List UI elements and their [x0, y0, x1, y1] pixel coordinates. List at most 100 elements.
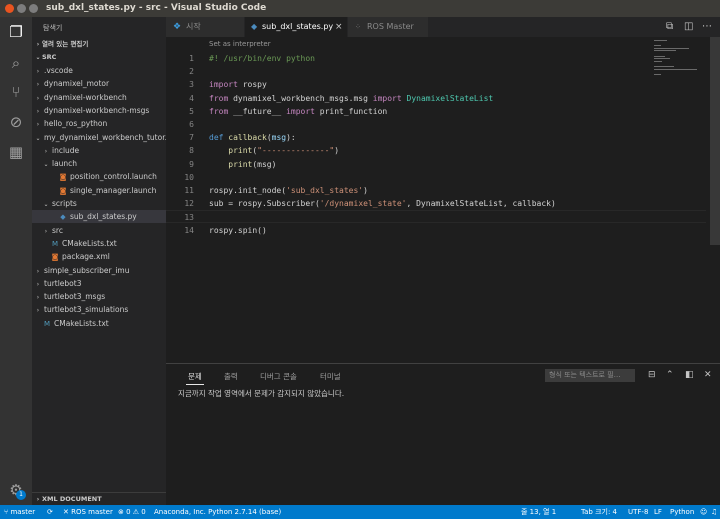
problems-status[interactable]: ⊗ 0 ⚠ 0 — [118, 505, 146, 519]
debug-icon[interactable]: ⊘ — [7, 113, 25, 131]
line-ending[interactable]: LF — [654, 505, 662, 519]
tree-item-label: sub_dxl_states.py — [70, 212, 137, 222]
close-icon[interactable]: × — [335, 17, 343, 37]
explorer-title: 탐색기 — [43, 24, 63, 32]
tab-output[interactable]: 출력 — [224, 371, 238, 382]
tree-item[interactable]: › simple_subscriber_imu — [32, 264, 166, 277]
tree-item-label: .vscode — [44, 66, 73, 75]
activity-bar: ❐ ⌕ ⑂ ⊘ ▦ ⚙ 1 — [0, 17, 32, 505]
toggle-panel-layout-icon[interactable]: ◧ — [685, 369, 694, 382]
code-token: print — [228, 146, 253, 156]
code-token: callback — [228, 133, 267, 143]
line-number: 9 — [189, 159, 194, 169]
rss-file-icon: ◙ — [59, 186, 67, 195]
line-number: 12 — [184, 199, 194, 209]
notifications-icon[interactable]: ♫ — [711, 505, 717, 519]
tree-item[interactable]: ⌄ my_dynamixel_workbench_tutor... — [32, 131, 166, 144]
minimap-line — [654, 55, 665, 57]
xml-document-section[interactable]: › XML DOCUMENT — [32, 492, 166, 506]
tree-item[interactable]: › turtlebot3 — [32, 277, 166, 290]
more-actions-icon[interactable]: ⋯ — [702, 17, 712, 37]
open-changes-icon[interactable]: ⧉ — [666, 17, 673, 37]
line-number: 4 — [189, 93, 194, 103]
editor-scrollbar[interactable] — [710, 37, 720, 245]
sync-icon[interactable]: ⟳ — [47, 505, 53, 519]
open-editors-section[interactable]: › 열려 있는 편집기 — [32, 38, 166, 51]
chevron-right-icon: › — [36, 280, 40, 288]
explorer-icon[interactable]: ❐ — [7, 23, 25, 41]
search-icon[interactable]: ⌕ — [7, 54, 25, 72]
split-editor-icon[interactable]: ◫ — [684, 17, 693, 37]
minimap-line — [654, 40, 668, 41]
tree-item[interactable]: ◙ package.xml — [32, 250, 166, 263]
minimap-line — [654, 58, 671, 60]
code-token: print — [228, 159, 253, 169]
tree-item[interactable]: M CMakeLists.txt — [32, 237, 166, 250]
minimap[interactable] — [654, 37, 706, 77]
tree-item[interactable]: › src — [32, 224, 166, 237]
workspace-root-section[interactable]: ⌄SRC — [32, 51, 166, 64]
code-editor[interactable]: Set as interpreter 1 #! /usr/bin/env pyth… — [166, 37, 720, 363]
code-token: from — [209, 106, 229, 116]
source-control-icon[interactable]: ⑂ — [7, 83, 25, 101]
minimap-line — [654, 45, 662, 47]
tree-item-label: CMakeLists.txt — [62, 238, 117, 248]
tree-item[interactable]: › include — [32, 144, 166, 157]
chevron-right-icon: › — [36, 94, 40, 102]
line-number: 6 — [189, 120, 194, 129]
minimize-window-button[interactable] — [17, 4, 26, 13]
close-panel-icon[interactable]: ✕ — [704, 369, 712, 382]
status-bar: ⑂ master ⟳ ✕ ROS master ⊗ 0 ⚠ 0 Anaconda… — [0, 505, 720, 519]
tab-problems[interactable]: 문제 — [186, 371, 204, 385]
code-token: msg — [271, 133, 287, 143]
tree-item[interactable]: › dynamixel-workbench-msgs — [32, 104, 166, 117]
tree-item[interactable]: › turtlebot3_simulations — [32, 303, 166, 316]
extensions-icon[interactable]: ▦ — [7, 143, 25, 161]
interpreter-status[interactable]: Anaconda, Inc. Python 2.7.14 (base) — [154, 505, 281, 519]
code-line: 9 print(msg) — [166, 158, 706, 171]
tab-welcome[interactable]: ❖ 시작 — [166, 17, 245, 37]
code-text: import rospy — [209, 78, 267, 91]
tree-item[interactable]: ◆ sub_dxl_states.py — [32, 210, 166, 224]
set-interpreter-codelens[interactable]: Set as interpreter — [209, 40, 271, 48]
code-text: rospy.spin() — [209, 224, 267, 237]
code-token: rospy.init_node( — [209, 186, 287, 195]
close-window-button[interactable] — [5, 4, 14, 13]
tree-item[interactable]: › hello_ros_python — [32, 117, 166, 130]
tab-debug-console[interactable]: 디버그 콘솔 — [260, 371, 297, 382]
ros-master-status[interactable]: ✕ ROS master — [63, 505, 113, 519]
branch-status[interactable]: ⑂ master — [4, 505, 35, 519]
tree-item-label: scripts — [52, 199, 77, 208]
problems-filter-input[interactable]: 형식 또는 텍스트로 필… — [545, 369, 635, 382]
tree-item-label: CMakeLists.txt — [54, 318, 109, 328]
tree-item[interactable]: ⌄ scripts — [32, 197, 166, 210]
tree-item-label: simple_subscriber_imu — [44, 265, 130, 275]
error-icon: ⊗ — [118, 508, 127, 516]
tree-item[interactable]: ◙ position_control.launch — [32, 170, 166, 183]
tree-item[interactable]: › .vscode — [32, 64, 166, 77]
tree-item[interactable]: ◙ single_manager.launch — [32, 184, 166, 197]
tree-item-label: launch — [52, 159, 78, 169]
tree-item[interactable]: › dynamixel-workbench — [32, 91, 166, 104]
language-mode[interactable]: Python — [670, 505, 694, 519]
maximize-window-button[interactable] — [29, 4, 38, 13]
cursor-position[interactable]: 줄 13, 열 1 — [521, 505, 556, 519]
tree-item[interactable]: ⌄ launch — [32, 157, 166, 170]
chevron-down-icon: ⌄ — [43, 161, 49, 169]
tab-size[interactable]: Tab 크기: 4 — [581, 505, 617, 519]
chevron-down-icon: ⌄ — [35, 134, 41, 142]
encoding[interactable]: UTF-8 — [628, 505, 648, 519]
feedback-icon[interactable]: ☺ — [700, 505, 707, 519]
tree-item[interactable]: M CMakeLists.txt — [32, 317, 166, 330]
code-token: from — [209, 93, 229, 103]
tab-terminal[interactable]: 터미널 — [320, 371, 341, 382]
tree-item[interactable]: › dynamixel_motor — [32, 77, 166, 90]
collapse-all-icon[interactable]: ⊟ — [648, 369, 656, 382]
maximize-panel-icon[interactable]: ⌃ — [666, 369, 674, 382]
tree-item[interactable]: › turtlebot3_msgs — [32, 290, 166, 303]
tab-sub-dxl-states[interactable]: ◆ sub_dxl_states.py × — [245, 17, 348, 37]
minimap-line — [654, 47, 690, 49]
rss-file-icon: ◙ — [59, 173, 67, 182]
code-text: sub = rospy.Subscriber('/dynamixel_state… — [209, 197, 556, 210]
tab-ros-master[interactable]: ⁘ ROS Master — [348, 17, 429, 37]
